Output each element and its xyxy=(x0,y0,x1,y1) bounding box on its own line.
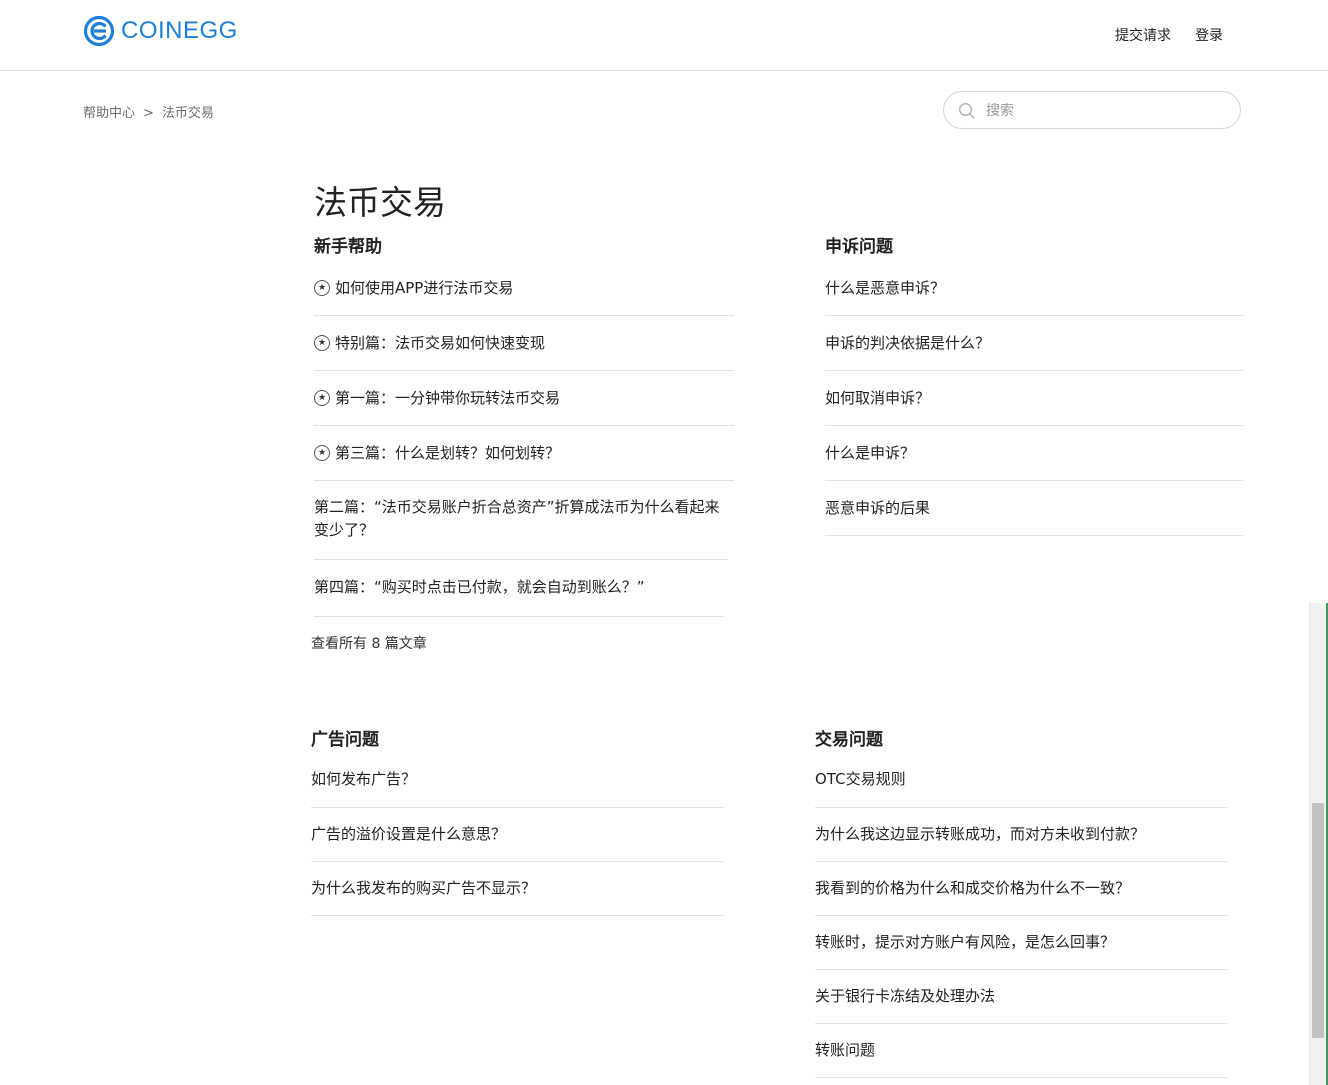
search-box xyxy=(943,91,1241,130)
section-newbie-help: 新手帮助 如何使用APP进行法币交易 特别篇：法币交易如何快速变现 第一篇：一分… xyxy=(314,234,734,617)
article-link[interactable]: OTC交易规则 xyxy=(815,768,1227,791)
section-title: 申诉问题 xyxy=(825,237,893,257)
article-link[interactable]: 第一篇：一分钟带你玩转法币交易 xyxy=(314,387,734,410)
article-item: 转账时，提示对方账户有风险，是怎么回事？ xyxy=(815,916,1227,970)
article-item: 我看到的价格为什么和成交价格为什么不一致？ xyxy=(815,862,1227,916)
article-title: 第三篇：什么是划转？如何划转？ xyxy=(335,444,561,462)
article-link[interactable]: 如何使用APP进行法币交易 xyxy=(314,277,734,300)
breadcrumb-home-link[interactable]: 帮助中心 xyxy=(83,106,135,121)
section-appeal: 申诉问题 什么是恶意申诉？ 申诉的判决依据是什么？ 如何取消申诉？ 什么是申诉？… xyxy=(825,234,1243,536)
article-item: 转账问题 xyxy=(815,1024,1227,1078)
article-link[interactable]: 什么是申诉？ xyxy=(825,442,1243,465)
article-item: 第二篇：“法币交易账户折合总资产”折算成法币为什么看起来变少了？ xyxy=(314,481,728,560)
promoted-star-icon xyxy=(314,280,330,296)
article-item: OTC交易规则 xyxy=(815,753,1227,808)
article-item: 特别篇：法币交易如何快速变现 xyxy=(314,316,734,371)
see-all-articles-link[interactable]: 查看所有 8 篇文章 xyxy=(311,633,427,653)
article-link[interactable]: 我看到的价格为什么和成交价格为什么不一致？ xyxy=(815,877,1227,900)
submit-request-link[interactable]: 提交请求 xyxy=(1115,25,1171,45)
article-item: 如何发布广告？ xyxy=(311,753,724,808)
section-title: 交易问题 xyxy=(815,730,883,750)
section-title: 新手帮助 xyxy=(314,237,382,257)
article-list: OTC交易规则 为什么我这边显示转账成功，而对方未收到付款？ 我看到的价格为什么… xyxy=(815,753,1227,1078)
article-link[interactable]: 什么是恶意申诉？ xyxy=(825,277,1243,300)
article-link[interactable]: 第二篇：“法币交易账户折合总资产”折算成法币为什么看起来变少了？ xyxy=(314,496,728,542)
article-list: 如何使用APP进行法币交易 特别篇：法币交易如何快速变现 第一篇：一分钟带你玩转… xyxy=(314,260,734,617)
article-title: 特别篇：法币交易如何快速变现 xyxy=(335,334,546,352)
page-title: 法币交易 xyxy=(314,183,446,222)
brand-logo[interactable]: COINEGG xyxy=(83,15,238,47)
article-item: 如何使用APP进行法币交易 xyxy=(314,260,734,316)
coinegg-logo-icon xyxy=(83,15,115,47)
article-title: 如何使用APP进行法币交易 xyxy=(335,279,514,297)
article-link[interactable]: 如何取消申诉？ xyxy=(825,387,1243,410)
article-item: 第一篇：一分钟带你玩转法币交易 xyxy=(314,371,734,426)
breadcrumb-separator: > xyxy=(143,106,154,121)
login-link[interactable]: 登录 xyxy=(1195,25,1223,45)
article-list: 什么是恶意申诉？ 申诉的判决依据是什么？ 如何取消申诉？ 什么是申诉？ 恶意申诉… xyxy=(825,260,1243,536)
scrollbar-thumb[interactable] xyxy=(1312,803,1324,1038)
article-link[interactable]: 申诉的判决依据是什么？ xyxy=(825,332,1243,355)
article-item: 关于银行卡冻结及处理办法 xyxy=(815,970,1227,1024)
article-link[interactable]: 为什么我这边显示转账成功，而对方未收到付款？ xyxy=(815,823,1227,846)
article-link[interactable]: 第四篇：“购买时点击已付款，就会自动到账么？” xyxy=(314,576,724,599)
article-item: 申诉的判决依据是什么？ xyxy=(825,316,1243,371)
article-title: 第一篇：一分钟带你玩转法币交易 xyxy=(335,389,561,407)
article-link[interactable]: 如何发布广告？ xyxy=(311,768,724,791)
article-link[interactable]: 特别篇：法币交易如何快速变现 xyxy=(314,332,734,355)
article-title: 第四篇：“购买时点击已付款，就会自动到账么？” xyxy=(314,578,645,596)
vertical-scrollbar[interactable] xyxy=(1309,603,1327,1085)
article-link[interactable]: 关于银行卡冻结及处理办法 xyxy=(815,985,1227,1008)
article-link[interactable]: 为什么我发布的购买广告不显示？ xyxy=(311,877,724,900)
article-item: 为什么我发布的购买广告不显示？ xyxy=(311,862,724,916)
article-item: 什么是申诉？ xyxy=(825,426,1243,481)
brand-name: COINEGG xyxy=(121,17,238,44)
article-link[interactable]: 恶意申诉的后果 xyxy=(825,497,1243,520)
article-item: 为什么我这边显示转账成功，而对方未收到付款？ xyxy=(815,808,1227,862)
promoted-star-icon xyxy=(314,390,330,406)
breadcrumb: 帮助中心 > 法币交易 xyxy=(83,102,214,121)
site-header: COINEGG 提交请求 登录 xyxy=(0,0,1328,71)
promoted-star-icon xyxy=(314,335,330,351)
section-title: 广告问题 xyxy=(311,730,379,750)
breadcrumb-current-link[interactable]: 法币交易 xyxy=(162,106,214,121)
article-item: 什么是恶意申诉？ xyxy=(825,260,1243,316)
article-item: 如何取消申诉？ xyxy=(825,371,1243,426)
article-list: 如何发布广告？ 广告的溢价设置是什么意思？ 为什么我发布的购买广告不显示？ xyxy=(311,753,724,916)
section-ads: 广告问题 如何发布广告？ 广告的溢价设置是什么意思？ 为什么我发布的购买广告不显… xyxy=(311,727,724,916)
search-input[interactable] xyxy=(984,92,1228,130)
article-item: 第四篇：“购买时点击已付款，就会自动到账么？” xyxy=(314,560,724,617)
section-trade: 交易问题 OTC交易规则 为什么我这边显示转账成功，而对方未收到付款？ 我看到的… xyxy=(815,727,1227,1078)
promoted-star-icon xyxy=(314,445,330,461)
article-link[interactable]: 转账问题 xyxy=(815,1039,1227,1062)
article-item: 广告的溢价设置是什么意思？ xyxy=(311,808,724,862)
article-link[interactable]: 第三篇：什么是划转？如何划转？ xyxy=(314,442,734,465)
article-link[interactable]: 转账时，提示对方账户有风险，是怎么回事？ xyxy=(815,931,1227,954)
article-item: 第三篇：什么是划转？如何划转？ xyxy=(314,426,734,481)
article-title: 第二篇：“法币交易账户折合总资产”折算成法币为什么看起来变少了？ xyxy=(314,498,720,539)
article-item: 恶意申诉的后果 xyxy=(825,481,1243,536)
article-link[interactable]: 广告的溢价设置是什么意思？ xyxy=(311,823,724,846)
search-icon xyxy=(958,102,975,119)
